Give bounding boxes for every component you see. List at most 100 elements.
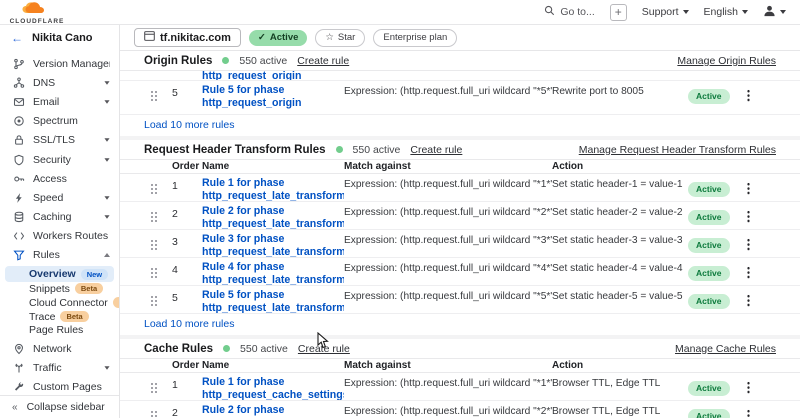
sidebar-item-spectrum[interactable]: Spectrum [0, 112, 119, 131]
chevron-down-icon [104, 100, 109, 103]
manage-transform-rules-link[interactable]: Manage Request Header Transform Rules [579, 144, 776, 156]
sidebar-nav: Version Management DNS Email Spectrum [0, 51, 119, 395]
chevron-down-icon [104, 139, 109, 142]
rule-name-link[interactable]: http_request_origin [202, 71, 301, 80]
kebab-icon [747, 294, 750, 307]
sidebar-item-traffic[interactable]: Traffic [0, 358, 119, 377]
load-more-rules-link[interactable]: Load 10 more rules [120, 314, 800, 335]
drag-handle-icon[interactable] [150, 376, 172, 393]
sidebar-item-workers-routes[interactable]: Workers Routes [0, 227, 119, 246]
origin-rules-section: Origin Rules 550 active Create rule Mana… [120, 51, 800, 136]
rule-order: 2 [172, 205, 202, 220]
kebab-icon [747, 266, 750, 279]
sidebar-item-dns[interactable]: DNS [0, 73, 119, 92]
rule-order: 4 [172, 261, 202, 276]
sidebar-item-security[interactable]: Security [0, 150, 119, 169]
sidebar-item-cloud-connector[interactable]: Cloud Connector Beta [5, 296, 114, 310]
goto-search[interactable]: Go to... [544, 5, 594, 19]
request-header-transform-rules-section: Request Header Transform Rules 550 activ… [120, 140, 800, 335]
sidebar-item-version-management[interactable]: Version Management [0, 54, 119, 73]
manage-cache-rules-link[interactable]: Manage Cache Rules [675, 343, 776, 355]
create-rule-link[interactable]: Create rule [410, 144, 462, 156]
rules-submenu: Overview New Snippets Beta Cloud Connect… [0, 265, 119, 339]
drag-handle-icon[interactable] [150, 177, 172, 194]
sidebar-item-speed[interactable]: Speed [0, 188, 119, 207]
rule-action: Browser TTL, Edge TTL [552, 404, 688, 417]
kebab-icon [747, 409, 750, 418]
language-menu[interactable]: English [704, 6, 748, 18]
row-menu-button[interactable] [738, 84, 758, 102]
status-badge: Active [688, 210, 730, 225]
drag-handle-icon[interactable] [150, 261, 172, 278]
manage-origin-rules-link[interactable]: Manage Origin Rules [677, 55, 776, 67]
sidebar-item-email[interactable]: Email [0, 92, 119, 111]
rule-order: 1 [172, 177, 202, 192]
account-row: ← Nikita Cano [0, 25, 119, 51]
drag-handle-icon[interactable] [150, 233, 172, 250]
chevron-down-icon [683, 10, 689, 14]
sidebar-item-label: Traffic [33, 362, 96, 374]
support-menu[interactable]: Support [642, 6, 689, 18]
table-row: 3 Rule 3 for phase http_request_late_tra… [120, 230, 800, 258]
row-menu-button[interactable] [738, 177, 758, 195]
table-row: 5 Rule 5 for phase http_request_origin E… [120, 81, 800, 115]
rule-name-link[interactable]: Rule 1 for phase http_request_cache_sett… [202, 376, 344, 401]
collapse-sidebar-button[interactable]: « Collapse sidebar [0, 395, 119, 418]
rule-name-link[interactable]: Rule 2 for phase http_request_cache_sett… [202, 404, 344, 418]
account-menu[interactable] [763, 5, 786, 20]
drag-handle-icon[interactable] [150, 205, 172, 222]
rule-name-link[interactable]: Rule 1 for phase http_request_late_trans… [202, 177, 344, 202]
sidebar-item-snippets[interactable]: Snippets Beta [5, 282, 114, 296]
top-bar-actions: Go to... + Support English [544, 4, 786, 21]
row-menu-button[interactable] [738, 233, 758, 251]
rule-name-link[interactable]: Rule 2 for phase http_request_late_trans… [202, 205, 344, 230]
add-button[interactable]: + [610, 4, 627, 21]
rule-name-link[interactable]: Rule 3 for phase http_request_late_trans… [202, 233, 344, 258]
status-badge: Active [688, 89, 730, 104]
rule-name-link[interactable]: Rule 4 for phase http_request_late_trans… [202, 261, 344, 286]
match-column-header: Match against [344, 161, 552, 172]
check-icon: ✓ [258, 32, 266, 43]
cloud-connector-label: Cloud Connector [29, 297, 108, 309]
drag-handle-icon[interactable] [150, 84, 172, 101]
status-badge: Active [688, 238, 730, 253]
sidebar-item-label: Network [33, 343, 110, 355]
wrench-icon [13, 381, 25, 393]
chevron-up-icon [104, 253, 110, 257]
rule-name-link[interactable]: Rule 5 for phase http_request_late_trans… [202, 289, 344, 314]
sidebar-item-caching[interactable]: Caching [0, 208, 119, 227]
drag-handle-icon[interactable] [150, 289, 172, 306]
row-menu-button[interactable] [738, 289, 758, 307]
row-menu-button[interactable] [738, 205, 758, 223]
support-label: Support [642, 6, 679, 18]
back-arrow-icon[interactable]: ← [11, 31, 23, 45]
create-rule-link[interactable]: Create rule [297, 55, 349, 67]
rule-status: Active [688, 177, 738, 197]
chevron-down-icon [104, 196, 109, 199]
zone-name: tf.nikitac.com [160, 32, 231, 44]
drag-handle-icon[interactable] [150, 404, 172, 418]
transform-rules-header: Request Header Transform Rules 550 activ… [120, 140, 800, 160]
zone-selector[interactable]: tf.nikitac.com [134, 28, 241, 47]
cloudflare-logo[interactable]: CLOUDFLARE [6, 0, 68, 25]
sidebar-item-custom-pages[interactable]: Custom Pages [0, 378, 119, 395]
sidebar-item-page-rules[interactable]: Page Rules [5, 323, 114, 337]
sidebar-item-ssl-tls[interactable]: SSL/TLS [0, 131, 119, 150]
sidebar-item-trace[interactable]: Trace Beta [5, 310, 114, 324]
row-menu-button[interactable] [738, 261, 758, 279]
rule-status: Active [688, 404, 738, 418]
star-button[interactable]: ☆ Star [315, 29, 365, 47]
sidebar-item-access[interactable]: Access [0, 169, 119, 188]
sidebar-item-overview[interactable]: Overview New [5, 266, 114, 282]
database-icon [13, 211, 25, 223]
rule-status: Active [688, 205, 738, 225]
create-rule-link[interactable]: Create rule [298, 343, 350, 355]
row-menu-button[interactable] [738, 376, 758, 394]
rule-expression: Expression: (http.request.full_uri wildc… [344, 205, 552, 218]
sidebar-item-rules[interactable]: Rules [0, 246, 119, 265]
sidebar-item-network[interactable]: Network [0, 339, 119, 358]
load-more-rules-link[interactable]: Load 10 more rules [120, 115, 800, 136]
git-branch-icon [13, 58, 25, 70]
row-menu-button[interactable] [738, 404, 758, 418]
rule-name-link[interactable]: Rule 5 for phase http_request_origin [202, 84, 344, 110]
